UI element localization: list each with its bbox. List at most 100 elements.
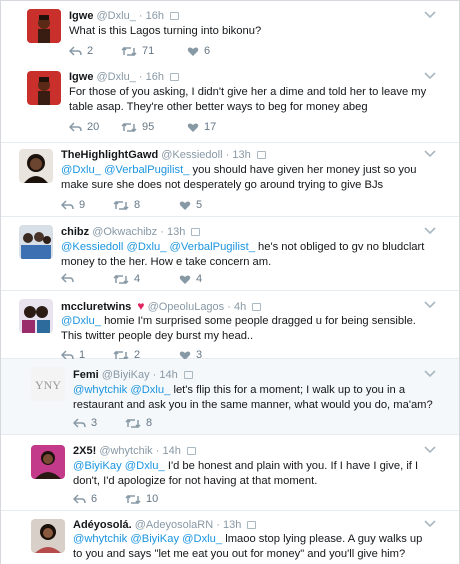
timestamp[interactable]: 14h (159, 369, 177, 381)
reply-button[interactable]: 9 (61, 199, 85, 211)
chevron-down-icon[interactable] (423, 445, 437, 455)
author-handle[interactable]: @whytchik (99, 445, 152, 457)
mention-link[interactable]: @Kessiedoll (61, 241, 123, 253)
retweet-button[interactable]: 10 (125, 493, 158, 505)
tweet-item[interactable]: mccluretwins ♥ @OpeoluLagos · 4h @Dxlu_ … (1, 291, 459, 361)
author-name[interactable]: chibz (61, 226, 89, 238)
reply-icon (73, 493, 86, 504)
tweet-text: @whytchik @Dxlu_ let's flip this for a m… (73, 383, 433, 412)
author-handle[interactable]: @Okwachibz (92, 226, 157, 238)
separator-dot: · (227, 301, 231, 313)
author-name[interactable]: TheHighlightGawd (61, 149, 158, 161)
author-name[interactable]: Igwe (69, 10, 93, 22)
tweet-item[interactable]: 2X5! @whytchik · 14h @BiyiKay @Dxlu_ I'd… (1, 435, 459, 511)
tweet-item[interactable]: YNY Femi @BiyiKay · 14h @whytchik @Dxlu_… (1, 359, 459, 435)
tweet-text-segment: What is this Lagos turning into bikonu? (69, 25, 262, 37)
author-handle[interactable]: @BiyiKay (102, 369, 150, 381)
mention-link[interactable]: @BiyiKay (73, 460, 122, 472)
retweet-button[interactable]: 8 (113, 199, 140, 211)
avatar[interactable] (27, 71, 61, 105)
chevron-down-icon[interactable] (423, 369, 437, 379)
avatar[interactable] (31, 445, 65, 479)
tweet-item[interactable]: Igwe @Dxlu_ · 16h What is this Lagos tur… (1, 1, 459, 63)
reply-button[interactable] (61, 273, 79, 284)
timestamp[interactable]: 14h (162, 445, 180, 457)
author-handle[interactable]: @OpeoluLagos (148, 301, 225, 313)
tweet-actions: 3 8 (73, 417, 373, 431)
retweet-button[interactable]: 71 (121, 45, 154, 57)
heart-icon (179, 200, 191, 210)
retweet-button[interactable]: 4 (113, 273, 140, 285)
heart-icon (187, 122, 199, 132)
chevron-down-icon[interactable] (423, 10, 437, 20)
retweet-count: 10 (146, 493, 159, 505)
chevron-down-icon[interactable] (423, 519, 437, 529)
tweet-item[interactable]: chibz @Okwachibz · 13h @Kessiedoll @Dxlu… (1, 217, 459, 291)
chevron-down-icon[interactable] (423, 71, 437, 81)
retweet-count: 8 (146, 417, 153, 429)
timestamp[interactable]: 4h (234, 301, 246, 313)
author-handle[interactable]: @AdeyosolaRN (135, 519, 213, 531)
author-name[interactable]: Igwe (69, 71, 93, 83)
author-name[interactable]: mccluretwins (61, 301, 131, 313)
chevron-down-icon[interactable] (423, 300, 437, 310)
retweet-button[interactable]: 8 (125, 417, 152, 429)
separator-dot: · (155, 445, 160, 457)
mention-link[interactable]: @VerbalPugilist_ (170, 241, 255, 253)
tweet-text: @whytchik @BiyiKay @Dxlu_ lmaoo stop lyi… (73, 532, 433, 561)
like-button[interactable]: 5 (179, 199, 202, 211)
avatar[interactable] (31, 519, 65, 553)
author-name[interactable]: Adéyosolá. (73, 519, 132, 531)
separator-dot: · (216, 519, 220, 531)
tweet-text-segment: homie I'm surprised some people dragged … (61, 315, 416, 342)
timestamp[interactable]: 13h (167, 226, 185, 238)
retweet-count: 8 (134, 199, 141, 211)
like-button[interactable]: 4 (179, 273, 202, 285)
chevron-down-icon[interactable] (423, 226, 437, 236)
avatar[interactable]: YNY (31, 367, 65, 401)
media-badge-icon (183, 371, 193, 379)
retweet-button[interactable]: 95 (121, 121, 154, 133)
reply-count: 9 (79, 199, 86, 211)
author-name[interactable]: 2X5! (73, 445, 96, 457)
reply-button[interactable]: 6 (73, 493, 97, 505)
mention-link[interactable]: @whytchik (73, 384, 127, 396)
mention-link[interactable]: @Dxlu_ (61, 315, 101, 327)
avatar[interactable] (19, 149, 53, 183)
timestamp[interactable]: 13h (223, 519, 241, 531)
tweet-item[interactable]: Igwe @Dxlu_ · 16h For those of you askin… (1, 63, 459, 143)
mention-link[interactable]: @whytchik (73, 533, 127, 545)
svg-text:YNY: YNY (35, 378, 61, 392)
retweet-icon (121, 122, 137, 132)
tweet-item[interactable]: TheHighlightGawd @Kessiedoll · 13h @Dxlu… (1, 143, 459, 217)
mention-link[interactable]: @Dxlu_ (130, 384, 170, 396)
avatar[interactable] (19, 299, 53, 333)
mention-link[interactable]: @Dxlu_ (61, 164, 101, 176)
like-count: 17 (204, 121, 217, 133)
red-heart-emoji-icon: ♥ (137, 299, 145, 313)
mention-link[interactable]: @BiyiKay (130, 533, 179, 545)
author-handle[interactable]: @Dxlu_ (97, 10, 136, 22)
chevron-down-icon[interactable] (423, 149, 437, 159)
timestamp[interactable]: 16h (146, 71, 164, 83)
tweet-text: @Dxlu_ @VerbalPugilist_ you should have … (61, 163, 441, 192)
mention-link[interactable]: @Dxlu_ (125, 460, 165, 472)
author-handle[interactable]: @Dxlu_ (97, 71, 136, 83)
timestamp[interactable]: 16h (146, 10, 164, 22)
like-button[interactable]: 6 (187, 45, 210, 57)
author-handle[interactable]: @Kessiedoll (161, 149, 222, 161)
avatar[interactable] (19, 225, 53, 259)
author-name[interactable]: Femi (73, 369, 99, 381)
tweet-item[interactable]: Adéyosolá. @AdeyosolaRN · 13h @whytchik … (1, 511, 459, 564)
like-button[interactable]: 17 (187, 121, 216, 133)
avatar[interactable] (27, 9, 61, 43)
mention-link[interactable]: @Dxlu_ (182, 533, 222, 545)
media-badge-icon (170, 12, 180, 20)
mention-link[interactable]: @VerbalPugilist_ (104, 164, 189, 176)
reply-icon (69, 121, 82, 132)
reply-button[interactable]: 2 (69, 45, 93, 57)
reply-button[interactable]: 3 (73, 417, 97, 429)
reply-button[interactable]: 20 (69, 121, 99, 133)
timestamp[interactable]: 13h (232, 149, 250, 161)
mention-link[interactable]: @Dxlu_ (126, 241, 166, 253)
